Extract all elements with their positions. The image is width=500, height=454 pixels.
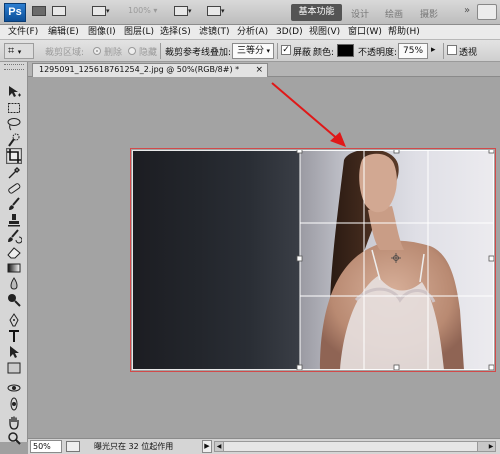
type-tool-icon[interactable] <box>6 328 22 344</box>
3d-orbit-tool-icon[interactable] <box>6 396 22 412</box>
overlay-label: 裁剪参考线叠加: <box>165 48 232 58</box>
shield-label: 屏蔽 <box>293 48 312 58</box>
workspace-design[interactable]: 设计 <box>351 7 369 20</box>
arrange-documents-button[interactable]: ▾ <box>174 6 192 19</box>
shape-tool-icon[interactable] <box>6 360 22 376</box>
document-info-icon[interactable] <box>66 441 80 452</box>
scroll-left-icon[interactable]: ◀ <box>215 442 223 451</box>
overlay-select[interactable]: 三等分 ▾ <box>232 43 274 59</box>
shield-checkbox[interactable]: ✓ <box>281 45 291 55</box>
perspective-checkbox[interactable] <box>447 45 457 55</box>
menu-layer[interactable]: 图层(L) <box>124 26 154 39</box>
menu-analysis[interactable]: 分析(A) <box>237 26 268 39</box>
brush-tool-icon[interactable] <box>6 196 22 212</box>
hide-radio[interactable] <box>128 47 136 55</box>
menu-3d[interactable]: 3D(D) <box>276 26 303 39</box>
bridge-button[interactable] <box>32 6 46 19</box>
workspace-painting[interactable]: 绘画 <box>385 7 403 20</box>
scrollbar-thumb[interactable] <box>223 442 478 451</box>
workspace-essentials[interactable]: 基本功能 <box>291 4 342 21</box>
document-tab[interactable]: 1295091_1256187612​54_2.jpg @ 50%(RGB/8#… <box>32 63 268 77</box>
opacity-slider-arrow[interactable]: ▸ <box>431 45 436 55</box>
hide-label: 隐藏 <box>139 48 158 58</box>
menu-view[interactable]: 视图(V) <box>309 26 340 39</box>
zoom-field[interactable]: 50% <box>30 440 62 453</box>
horizontal-scrollbar[interactable]: ◀ ▶ <box>214 441 496 452</box>
document-title: 1295091_1256187612​54_2.jpg @ 50%(RGB/8#… <box>39 65 240 74</box>
view-extras-button[interactable]: ▾ <box>92 6 110 19</box>
delete-label: 删除 <box>104 48 123 58</box>
eraser-tool-icon[interactable] <box>6 244 22 260</box>
dodge-tool-icon[interactable] <box>6 292 22 308</box>
quick-selection-tool-icon[interactable] <box>6 132 22 148</box>
menu-edit[interactable]: 编辑(E) <box>48 26 79 39</box>
annotation-arrow <box>271 82 346 147</box>
move-tool-icon[interactable] <box>6 84 22 100</box>
crop-tool-icon[interactable] <box>6 148 22 164</box>
blur-tool-icon[interactable] <box>6 276 22 292</box>
workspace-photography[interactable]: 摄影 <box>420 7 438 20</box>
chevron-down-icon: ▾ <box>106 7 110 15</box>
hand-tool-icon[interactable] <box>6 414 22 430</box>
scroll-right-icon[interactable]: ▶ <box>487 442 495 451</box>
zoom-tool-icon[interactable] <box>6 430 22 446</box>
menu-select[interactable]: 选择(S) <box>160 26 191 39</box>
chevron-down-icon: ▾ <box>17 48 22 56</box>
marquee-tool-icon[interactable] <box>6 100 22 116</box>
menu-image[interactable]: 图像(I) <box>88 26 116 39</box>
gradient-tool-icon[interactable] <box>6 260 22 276</box>
opacity-input[interactable]: 75% <box>398 43 428 59</box>
document-tab-strip: 1295091_1256187612​54_2.jpg @ 50%(RGB/8#… <box>28 62 500 77</box>
eyedropper-tool-icon[interactable] <box>6 164 22 180</box>
clone-stamp-tool-icon[interactable] <box>6 212 22 228</box>
divider <box>443 43 444 59</box>
delete-radio[interactable] <box>93 47 101 55</box>
divider <box>277 43 278 59</box>
more-workspaces-button[interactable]: » <box>464 5 470 16</box>
menu-bar: 文件(F) 编辑(E) 图像(I) 图层(L) 选择(S) 滤镜(T) 分析(A… <box>0 25 500 40</box>
menu-window[interactable]: 窗口(W) <box>348 26 382 39</box>
arrange-icon <box>174 6 188 16</box>
path-selection-tool-icon[interactable] <box>6 344 22 360</box>
chevron-down-icon: ▾ <box>266 47 270 55</box>
chevron-down-icon: ▾ <box>188 7 192 15</box>
lasso-tool-icon[interactable] <box>6 116 22 132</box>
status-menu-button[interactable]: ▶ <box>202 440 212 453</box>
mini-bridge-button[interactable] <box>52 6 66 19</box>
3d-rotate-tool-icon[interactable] <box>6 380 22 396</box>
search-box[interactable] <box>477 4 497 20</box>
menu-filter[interactable]: 滤镜(T) <box>199 26 230 39</box>
crop-area-label: 裁剪区域: <box>45 48 85 58</box>
perspective-label: 透视 <box>459 48 478 58</box>
opacity-label: 不透明度: <box>358 48 398 58</box>
screen-mode-button[interactable]: ▾ <box>207 6 225 19</box>
menu-help[interactable]: 帮助(H) <box>388 26 420 39</box>
history-brush-tool-icon[interactable] <box>6 228 22 244</box>
application-bar: Ps ▾ 100% ▾ ▾ ▾ 基本功能 设计 绘画 摄影 » <box>0 0 500 25</box>
options-bar: ⌗ ▾ 裁剪区域: 删除 隐藏 裁剪参考线叠加: 三等分 ▾ ✓ 屏蔽 颜色: 不… <box>0 40 500 62</box>
color-label: 颜色: <box>313 48 335 58</box>
spot-healing-tool-icon[interactable] <box>6 180 22 196</box>
toolbox-grip[interactable] <box>4 64 24 70</box>
zoom-level[interactable]: 100% ▾ <box>128 6 157 15</box>
divider <box>160 43 161 59</box>
chevron-down-icon: ▾ <box>221 7 225 15</box>
crop-icon: ⌗ <box>8 44 15 57</box>
close-icon[interactable]: × <box>255 64 263 76</box>
status-bar: 50% 曝光只在 32 位起作用 ▶ ◀ ▶ <box>28 438 500 454</box>
bridge-icon <box>32 6 46 16</box>
screen-mode-icon <box>207 6 221 16</box>
pen-tool-icon[interactable] <box>6 312 22 328</box>
toolbox <box>0 62 28 445</box>
view-extras-icon <box>92 6 106 16</box>
menu-file[interactable]: 文件(F) <box>8 26 38 39</box>
mini-bridge-icon <box>52 6 66 16</box>
photoshop-logo: Ps <box>4 3 26 22</box>
canvas-area[interactable] <box>28 77 500 438</box>
shield-color-swatch[interactable] <box>337 44 354 57</box>
tool-preset-picker[interactable]: ⌗ ▾ <box>4 43 34 59</box>
status-info-text: 曝光只在 32 位起作用 <box>94 442 174 451</box>
